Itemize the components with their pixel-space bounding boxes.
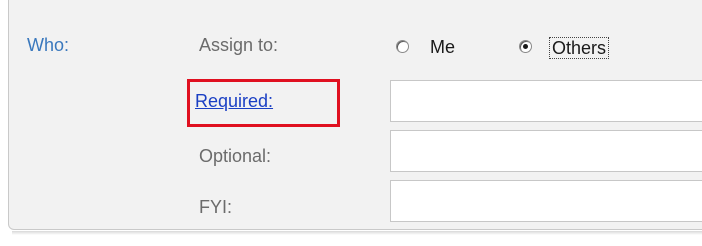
assign-to-label: Assign to:	[199, 35, 279, 55]
assign-me-label[interactable]: Me	[430, 37, 455, 58]
assign-others-radio[interactable]	[519, 40, 532, 53]
optional-label: Optional:	[199, 146, 272, 166]
fyi-label: FYI:	[199, 197, 233, 217]
required-link[interactable]: Required:	[195, 91, 273, 112]
fyi-input[interactable]	[390, 180, 702, 222]
assign-others-label[interactable]: Others	[549, 37, 610, 59]
who-label: Who:	[27, 35, 70, 55]
required-input[interactable]	[390, 80, 702, 122]
optional-input[interactable]	[390, 130, 702, 172]
panel-shadow	[12, 231, 702, 235]
assign-me-radio[interactable]	[396, 40, 409, 53]
